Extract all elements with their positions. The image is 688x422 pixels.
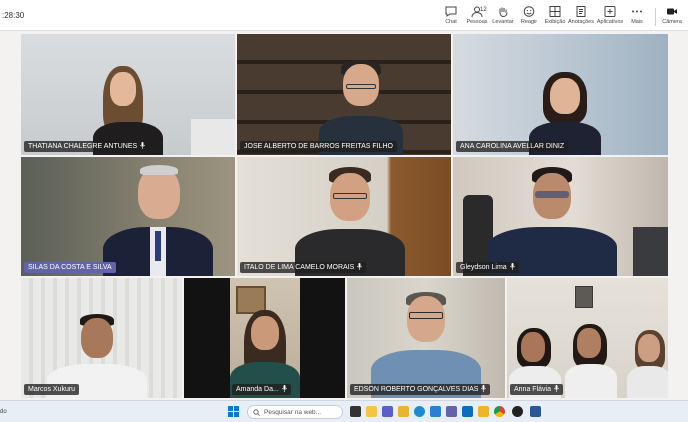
- search-icon: [253, 409, 260, 416]
- notes-label: Anotações: [568, 19, 594, 25]
- chrome-icon[interactable]: [494, 406, 505, 417]
- participant-name-label: SILAS DA COSTA E SILVA: [24, 262, 116, 273]
- view-label: Exibição: [544, 19, 566, 25]
- participant-name-label: Anna Flávia: [510, 384, 563, 395]
- hand-icon: [499, 7, 508, 17]
- participant-tile[interactable]: Marcos Xukuru: [21, 278, 182, 398]
- notes-button[interactable]: Anotações: [567, 6, 595, 28]
- task-view-icon[interactable]: [350, 406, 361, 417]
- participant-name-label: ANA CAROLINA AVELLAR DINIZ: [456, 141, 569, 152]
- view-button[interactable]: Exibição: [541, 6, 569, 28]
- chat-label: Chat: [445, 19, 457, 25]
- mic-icon: [140, 142, 145, 149]
- more-label: Mais: [631, 19, 643, 25]
- chat-button[interactable]: Chat: [437, 6, 465, 28]
- camera-icon: [667, 8, 677, 15]
- raise-hand-button[interactable]: Levantar: [489, 6, 517, 28]
- add-app-icon: [604, 6, 616, 17]
- people-count: 12: [480, 7, 487, 13]
- mic-icon: [282, 385, 287, 392]
- participant-name-label: JOSE ALBERTO DE BARROS FREITAS FILHO: [240, 141, 397, 152]
- participant-video: [295, 167, 405, 276]
- media-player-icon[interactable]: [512, 406, 523, 417]
- office-chair: [633, 227, 668, 276]
- react-label: Reagir: [520, 19, 538, 25]
- mic-icon: [554, 385, 559, 392]
- chat-app-icon[interactable]: [382, 406, 393, 417]
- participant-video: [371, 292, 481, 398]
- more-icon: [632, 10, 642, 13]
- edge-icon[interactable]: [414, 406, 425, 417]
- apps-label: Aplicativos: [596, 19, 624, 25]
- participant-name-label: ITALO DE LIMA CAMELO MORAIS: [240, 262, 367, 273]
- teams-icon[interactable]: [446, 406, 457, 417]
- react-button[interactable]: Reagir: [515, 6, 543, 28]
- emoji-icon: [523, 6, 535, 17]
- apps-button[interactable]: Aplicativos: [596, 6, 624, 28]
- participant-video: [487, 167, 617, 276]
- people-button[interactable]: 12 Pessoas: [463, 6, 491, 28]
- participant-tile[interactable]: ANA CAROLINA AVELLAR DINIZ: [453, 34, 668, 155]
- word-icon[interactable]: [530, 406, 541, 417]
- meeting-toolbar: :28:30 Chat 12 Pessoas Levantar Reagir E…: [0, 0, 688, 31]
- store-icon[interactable]: [430, 406, 441, 417]
- folder-icon[interactable]: [398, 406, 409, 417]
- participant-name-label: THATIANA CHALEGRE ANTUNES: [24, 141, 150, 152]
- people-label: Pessoas: [466, 19, 488, 25]
- participant-name-label: EDSON ROBERTO GONÇALVES DIAS: [350, 384, 491, 395]
- notes-icon: [576, 6, 586, 17]
- participant-tile[interactable]: ITALO DE LIMA CAMELO MORAIS: [237, 157, 451, 276]
- grid-icon: [549, 6, 561, 17]
- search-placeholder: Pesquisar na web...: [264, 409, 322, 416]
- chat-icon: [445, 6, 457, 17]
- participant-tile[interactable]: THATIANA CHALEGRE ANTUNES: [21, 34, 235, 155]
- taskbar-search[interactable]: Pesquisar na web...: [247, 405, 343, 419]
- wall-portrait: [575, 286, 593, 308]
- participant-tile[interactable]: EDSON ROBERTO GONÇALVES DIAS: [347, 278, 505, 398]
- windows-start-icon[interactable]: [228, 406, 239, 417]
- windows-taskbar: do Pesquisar na web...: [0, 400, 688, 422]
- mic-icon: [357, 263, 363, 270]
- office-printer: [191, 119, 235, 155]
- mic-icon: [481, 385, 487, 392]
- participant-name-label: Gleydson Lima: [456, 262, 519, 273]
- participant-video: [565, 324, 617, 398]
- mic-icon: [509, 263, 515, 270]
- more-button[interactable]: Mais: [623, 6, 651, 28]
- files-icon[interactable]: [478, 406, 489, 417]
- participant-name-label: Marcos Xukuru: [24, 384, 80, 395]
- participant-tile[interactable]: Amanda Da...: [184, 278, 345, 398]
- participant-tile[interactable]: JOSE ALBERTO DE BARROS FREITAS FILHO: [237, 34, 451, 155]
- participant-tile[interactable]: SILAS DA COSTA E SILVA: [21, 157, 235, 276]
- outlook-icon[interactable]: [462, 406, 473, 417]
- camera-label: Câmera: [662, 19, 682, 25]
- taskbar-left-text: do: [0, 409, 7, 415]
- participant-tile[interactable]: Gleydson Lima: [453, 157, 668, 276]
- camera-button[interactable]: Câmera: [658, 6, 686, 28]
- toolbar-divider: [655, 8, 656, 26]
- participant-video: [103, 165, 213, 276]
- participant-name-label: Amanda Da...: [232, 384, 291, 395]
- raise-hand-label: Levantar: [492, 19, 514, 25]
- file-explorer-icon[interactable]: [366, 406, 377, 417]
- participant-tile[interactable]: Anna Flávia: [507, 278, 668, 398]
- meeting-timer: :28:30: [2, 11, 25, 20]
- participant-video: [627, 330, 668, 398]
